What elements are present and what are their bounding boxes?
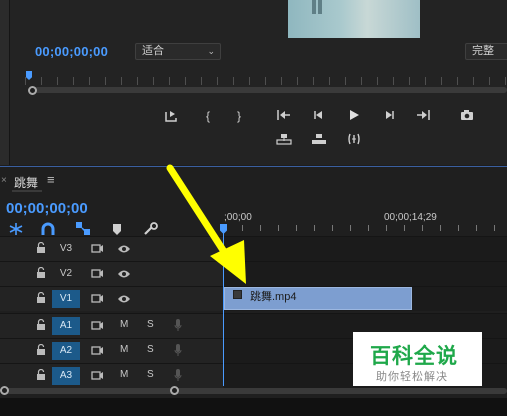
- linked-selection-icon: [76, 222, 90, 235]
- timeline-settings-button[interactable]: [143, 222, 159, 236]
- mark-in-icon: {: [205, 109, 210, 123]
- add-marker-button[interactable]: [162, 107, 180, 125]
- wrench-icon: [144, 222, 158, 235]
- add-marker-timeline-button[interactable]: [111, 223, 127, 237]
- track-target-a1[interactable]: A1: [52, 317, 80, 335]
- playback-resolution-dropdown[interactable]: 完整: [465, 43, 507, 60]
- play-button[interactable]: [345, 107, 363, 125]
- watermark-title: 百科全说: [370, 345, 458, 368]
- track-header: A1 M S: [0, 314, 223, 338]
- tab-underline: [12, 190, 42, 192]
- lock-icon[interactable]: [36, 292, 46, 304]
- mute-button[interactable]: M: [120, 344, 128, 355]
- nest-toggle-button[interactable]: [8, 222, 24, 236]
- trim-icon: [348, 133, 360, 145]
- track-header: V1: [0, 287, 223, 311]
- sync-lock-icon[interactable]: [91, 268, 104, 279]
- marker-export-icon: [165, 111, 177, 122]
- track-content[interactable]: [224, 262, 507, 286]
- eye-icon[interactable]: [117, 244, 131, 254]
- track-header: A3 M S: [0, 364, 223, 388]
- lock-icon[interactable]: [36, 344, 46, 356]
- program-timecode[interactable]: 00;00;00;00: [35, 44, 108, 59]
- lock-icon[interactable]: [36, 319, 46, 331]
- microphone-icon[interactable]: [174, 319, 182, 332]
- close-tab-icon[interactable]: ×: [1, 175, 7, 186]
- step-forward-icon: [386, 111, 394, 119]
- sync-lock-icon[interactable]: [91, 370, 104, 381]
- timeline-zoom-scrollbar[interactable]: [4, 388, 507, 394]
- track-target-v1[interactable]: V1: [52, 290, 80, 308]
- lock-icon[interactable]: [36, 369, 46, 381]
- zoom-fit-dropdown[interactable]: 适合 ⌄: [135, 43, 221, 60]
- video-preview: [288, 0, 420, 38]
- solo-button[interactable]: S: [147, 369, 154, 380]
- track-target-v2[interactable]: V2: [52, 265, 80, 283]
- go-to-in-button[interactable]: [275, 107, 293, 125]
- sync-lock-icon[interactable]: [91, 293, 104, 304]
- ruler-ticks: [224, 225, 507, 231]
- track-target-a3[interactable]: A3: [52, 367, 80, 385]
- solo-button[interactable]: S: [147, 344, 154, 355]
- panel-divider[interactable]: [0, 0, 10, 165]
- mark-in-button[interactable]: {: [199, 107, 217, 125]
- eye-icon[interactable]: [117, 269, 131, 279]
- step-back-icon: [314, 111, 322, 119]
- quality-value: 完整: [472, 45, 494, 57]
- lift-button[interactable]: [275, 131, 293, 149]
- track-content[interactable]: [224, 237, 507, 261]
- play-icon: [350, 110, 359, 120]
- microphone-icon[interactable]: [174, 344, 182, 357]
- step-back-button[interactable]: [310, 107, 328, 125]
- panel-menu-icon[interactable]: ≡: [47, 172, 55, 187]
- lock-icon[interactable]: [36, 267, 46, 279]
- track-target-v3[interactable]: V3: [52, 240, 80, 258]
- nest-icon: [9, 223, 23, 235]
- clip-name: 跳舞.mp4: [250, 291, 297, 303]
- annotation-arrow-icon: [166, 164, 246, 284]
- extract-button[interactable]: [310, 131, 328, 149]
- preview-figure: [318, 0, 322, 14]
- mute-button[interactable]: M: [120, 319, 128, 330]
- track-target-a2[interactable]: A2: [52, 342, 80, 360]
- mark-out-icon: }: [236, 109, 241, 123]
- go-to-out-icon: [417, 110, 430, 120]
- trim-button[interactable]: [345, 131, 363, 149]
- sync-lock-icon[interactable]: [91, 320, 104, 331]
- export-frame-button[interactable]: [458, 107, 476, 125]
- lock-icon[interactable]: [36, 242, 46, 254]
- monitor-time-ruler[interactable]: [25, 77, 507, 85]
- lift-icon: [276, 134, 292, 145]
- watermark-subtitle: 助你轻松解决: [376, 371, 448, 383]
- mute-button[interactable]: M: [120, 369, 128, 380]
- camera-icon: [461, 110, 473, 120]
- monitor-scroll-handle[interactable]: [28, 86, 37, 95]
- scroll-handle-left[interactable]: [0, 386, 9, 395]
- mark-out-button[interactable]: }: [230, 107, 248, 125]
- sequence-timecode[interactable]: 00;00;00;00: [6, 200, 88, 217]
- marker-icon: [113, 224, 121, 235]
- track-header: A2 M S: [0, 339, 223, 363]
- linked-selection-button[interactable]: [75, 221, 91, 235]
- fit-value: 适合: [142, 45, 164, 57]
- step-forward-button[interactable]: [380, 107, 398, 125]
- go-to-in-icon: [277, 110, 290, 120]
- microphone-icon[interactable]: [174, 369, 182, 382]
- go-to-out-button[interactable]: [414, 107, 432, 125]
- eye-icon[interactable]: [117, 294, 131, 304]
- monitor-zoom-scrollbar[interactable]: [30, 87, 507, 93]
- chevron-down-icon: ⌄: [207, 46, 215, 56]
- snap-button[interactable]: [40, 222, 56, 236]
- sync-lock-icon[interactable]: [91, 345, 104, 356]
- sync-lock-icon[interactable]: [91, 243, 104, 254]
- ruler-label-end: 00;00;14;29: [384, 212, 437, 223]
- bottom-strip: [0, 398, 507, 416]
- magnet-icon: [41, 222, 55, 235]
- preview-figure: [312, 0, 316, 14]
- solo-button[interactable]: S: [147, 319, 154, 330]
- extract-icon: [312, 134, 326, 144]
- fx-badge-icon: [233, 290, 242, 299]
- sequence-tab[interactable]: 跳舞: [14, 174, 38, 191]
- scroll-handle-right[interactable]: [170, 386, 179, 395]
